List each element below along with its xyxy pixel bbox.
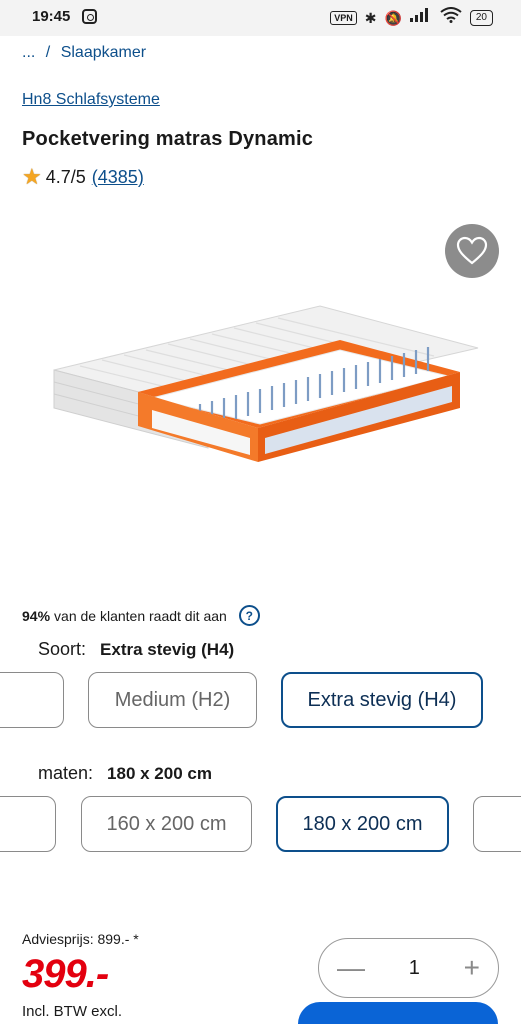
breadcrumb-separator: / [45, 44, 51, 61]
status-icons: VPN ✱ 🔕 20 [330, 7, 493, 28]
size-selected: 180 x 200 cm [107, 764, 212, 783]
sort-selected: Extra stevig (H4) [100, 640, 235, 659]
rating-value: 4.7/5 [45, 166, 86, 187]
size-label: maten: [38, 763, 94, 783]
plus-icon[interactable]: + [464, 954, 480, 982]
product-title: Pocketvering matras Dynamic [22, 128, 314, 150]
vpn-icon: VPN [330, 10, 357, 25]
heart-icon [456, 236, 488, 265]
size-option-160[interactable]: 160 x 200 cm [81, 796, 252, 852]
satisfaction-text: van de klanten raadt dit aan [54, 607, 227, 624]
breadcrumb-current[interactable]: Slaapkamer [61, 44, 146, 61]
help-icon[interactable]: ? [238, 605, 260, 626]
sort-label: Soort: [38, 639, 87, 659]
size-option-partial-right[interactable] [473, 796, 521, 852]
quantity-value: 1 [408, 956, 420, 979]
star-icon: ★ [22, 164, 42, 189]
sort-label-row: Soort: Extra stevig (H4) [38, 639, 234, 660]
battery-icon: 20 [469, 9, 493, 26]
vat-note: Incl. BTW excl. [22, 1003, 123, 1020]
satisfaction-note: 94% van de klanten raadt dit aan ? [22, 605, 260, 626]
favorite-button[interactable] [445, 224, 499, 278]
rating: ★ 4.7/5 (4385) [22, 166, 144, 188]
size-label-row: maten: 180 x 200 cm [38, 763, 212, 784]
brand-link[interactable]: Hn8 Schlafsysteme [22, 91, 160, 109]
bluetooth-icon: ✱ [364, 9, 377, 26]
review-count-link[interactable]: (4385) [92, 167, 144, 188]
size-option-partial-left[interactable] [0, 796, 56, 852]
size-option-180[interactable]: 180 x 200 cm [276, 796, 449, 852]
sort-option-medium[interactable]: Medium (H2) [88, 672, 257, 728]
status-bar: 19:45 VPN ✱ 🔕 20 [0, 0, 521, 36]
status-time: 19:45 [32, 8, 71, 25]
quantity-stepper[interactable]: — 1 + [318, 938, 499, 998]
sort-option-extra-stevig[interactable]: Extra stevig (H4) [281, 672, 483, 728]
instagram-icon [82, 9, 97, 24]
signal-icon [409, 8, 432, 27]
add-to-cart-button[interactable] [298, 1002, 498, 1024]
mute-icon: 🔕 [384, 9, 402, 26]
wifi-icon [440, 7, 462, 28]
advice-price: Adviesprijs: 899.- * [22, 931, 139, 947]
sort-option-partial[interactable] [0, 672, 64, 728]
price: 399.- [22, 952, 109, 996]
breadcrumb-ellipsis[interactable]: ... [22, 44, 35, 61]
breadcrumb: ... / Slaapkamer [22, 44, 152, 62]
mattress-image [53, 305, 479, 462]
satisfaction-percent: 94% [22, 607, 51, 624]
minus-icon[interactable]: — [337, 954, 365, 982]
